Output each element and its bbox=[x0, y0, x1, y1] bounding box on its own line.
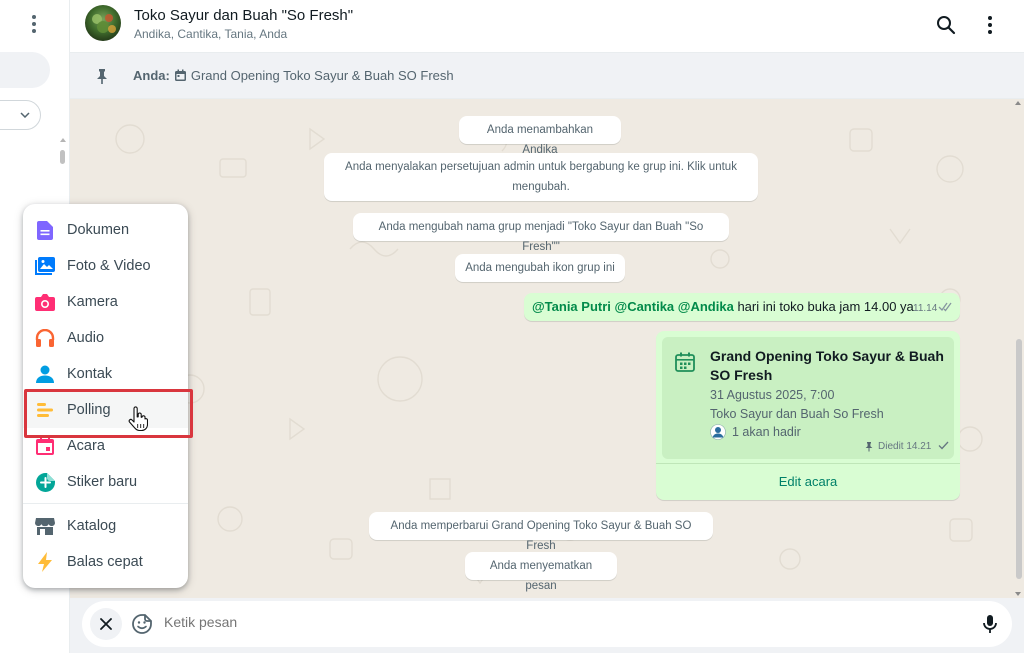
message-list[interactable]: Anda menambahkan Andika Anda menyalakan … bbox=[70, 99, 1024, 598]
menu-item-poll[interactable]: Polling bbox=[23, 392, 188, 428]
message-text: @Tania Putri @Cantika @Andika hari ini t… bbox=[532, 299, 914, 314]
filter-dropdown[interactable] bbox=[0, 100, 41, 130]
menu-item-quick-reply[interactable]: Balas cepat bbox=[23, 544, 188, 580]
calendar-icon bbox=[174, 69, 186, 81]
close-attach-button[interactable] bbox=[90, 608, 122, 640]
poll-icon bbox=[35, 400, 55, 420]
message-time: 11.14 bbox=[913, 303, 938, 314]
edit-event-button[interactable]: Edit acara bbox=[656, 464, 960, 500]
message-body: hari ini toko buka jam 14.00 ya bbox=[737, 299, 914, 314]
event-title: Grand Opening Toko Sayur & Buah SO Fresh bbox=[710, 348, 944, 383]
event-icon bbox=[35, 436, 55, 456]
menu-item-label: Kontak bbox=[67, 366, 113, 382]
chat-participants: Andika, Cantika, Tania, Anda bbox=[134, 27, 288, 41]
system-message: Anda mengubah nama grup menjadi "Toko Sa… bbox=[353, 213, 729, 253]
menu-item-label: Foto & Video bbox=[67, 258, 151, 274]
chat-header[interactable]: Toko Sayur dan Buah "So Fresh" Andika, C… bbox=[70, 0, 1024, 53]
menu-item-audio[interactable]: Audio bbox=[23, 320, 188, 356]
event-message[interactable]: Grand Opening Toko Sayur & Buah SO Fresh… bbox=[656, 331, 960, 500]
mention[interactable]: @Andika bbox=[678, 299, 734, 314]
menu-item-label: Acara bbox=[67, 438, 105, 454]
chevron-down-icon bbox=[20, 112, 30, 118]
chat-title: Toko Sayur dan Buah "So Fresh" bbox=[134, 7, 354, 24]
menu-item-label: Polling bbox=[67, 402, 111, 418]
system-message: Anda menambahkan Andika bbox=[459, 116, 621, 156]
close-icon bbox=[100, 618, 112, 630]
headphones-icon bbox=[35, 328, 55, 348]
attendee-avatar-icon bbox=[710, 424, 726, 440]
message-composer bbox=[70, 598, 1024, 653]
chat-menu-icon[interactable] bbox=[978, 13, 1002, 37]
sidebar-menu-icon[interactable] bbox=[24, 12, 44, 36]
outgoing-message[interactable]: @Tania Putri @Cantika @Andika hari ini t… bbox=[524, 293, 960, 321]
menu-item-label: Stiker baru bbox=[67, 474, 138, 490]
sidebar-scrollbar[interactable] bbox=[60, 138, 66, 166]
event-attendees[interactable]: 1 akan hadir bbox=[732, 425, 801, 439]
sticker-icon bbox=[35, 472, 55, 492]
system-message: Anda mengubah ikon grup ini bbox=[455, 254, 625, 282]
composer-box bbox=[82, 601, 1012, 647]
catalog-icon bbox=[35, 516, 55, 536]
double-check-icon bbox=[938, 302, 952, 312]
menu-divider bbox=[23, 503, 188, 504]
menu-item-contact[interactable]: Kontak bbox=[23, 356, 188, 392]
menu-item-event[interactable]: Acara bbox=[23, 428, 188, 464]
menu-item-label: Katalog bbox=[67, 518, 117, 534]
sticker-emoji-icon[interactable] bbox=[130, 612, 154, 636]
calendar-icon bbox=[675, 352, 695, 372]
system-message: Anda menyematkan pesan bbox=[465, 552, 617, 592]
message-list-scrollbar[interactable] bbox=[1013, 99, 1024, 598]
menu-item-photo-video[interactable]: Foto & Video bbox=[23, 248, 188, 284]
mention[interactable]: @Tania Putri bbox=[532, 299, 611, 314]
pinned-sender: Anda: bbox=[133, 68, 170, 83]
event-meta: Diedit 14.21 bbox=[878, 441, 932, 452]
menu-item-label: Audio bbox=[67, 330, 105, 346]
menu-item-catalog[interactable]: Katalog bbox=[23, 508, 188, 544]
microphone-icon[interactable] bbox=[978, 612, 1002, 636]
pinned-content: Grand Opening Toko Sayur & Buah SO Fresh bbox=[190, 68, 454, 83]
system-message: Anda memperbarui Grand Opening Toko Sayu… bbox=[369, 512, 713, 552]
pinned-message-bar[interactable]: Anda: Grand Opening Toko Sayur & Buah SO… bbox=[70, 53, 1024, 99]
photo-video-icon bbox=[35, 256, 55, 276]
menu-item-label: Balas cepat bbox=[67, 554, 143, 570]
camera-icon bbox=[35, 292, 55, 312]
system-message[interactable]: Anda menyalakan persetujuan admin untuk … bbox=[324, 153, 758, 201]
menu-item-new-sticker[interactable]: Stiker baru bbox=[23, 464, 188, 500]
menu-item-document[interactable]: Dokumen bbox=[23, 212, 188, 248]
event-date: 31 Agustus 2025, 7:00 bbox=[710, 388, 835, 402]
group-avatar[interactable] bbox=[85, 5, 121, 41]
menu-item-camera[interactable]: Kamera bbox=[23, 284, 188, 320]
menu-item-label: Dokumen bbox=[67, 222, 130, 238]
pinned-message-text: Anda: Grand Opening Toko Sayur & Buah SO… bbox=[133, 68, 454, 83]
document-icon bbox=[35, 220, 55, 240]
event-location: Toko Sayur dan Buah So Fresh bbox=[710, 407, 884, 421]
mention[interactable]: @Cantika bbox=[615, 299, 675, 314]
pin-icon bbox=[865, 442, 873, 452]
search-icon[interactable] bbox=[934, 13, 958, 37]
quick-reply-icon bbox=[35, 552, 55, 572]
pin-icon bbox=[97, 69, 107, 84]
event-card[interactable]: Grand Opening Toko Sayur & Buah SO Fresh… bbox=[662, 337, 954, 459]
chat-search-input[interactable] bbox=[0, 52, 50, 88]
contact-icon bbox=[35, 364, 55, 384]
menu-item-label: Kamera bbox=[67, 294, 118, 310]
attach-menu: Dokumen Foto & Video Kamera Audio Kontak… bbox=[23, 204, 188, 588]
message-input[interactable] bbox=[164, 614, 864, 630]
check-icon bbox=[938, 441, 949, 450]
